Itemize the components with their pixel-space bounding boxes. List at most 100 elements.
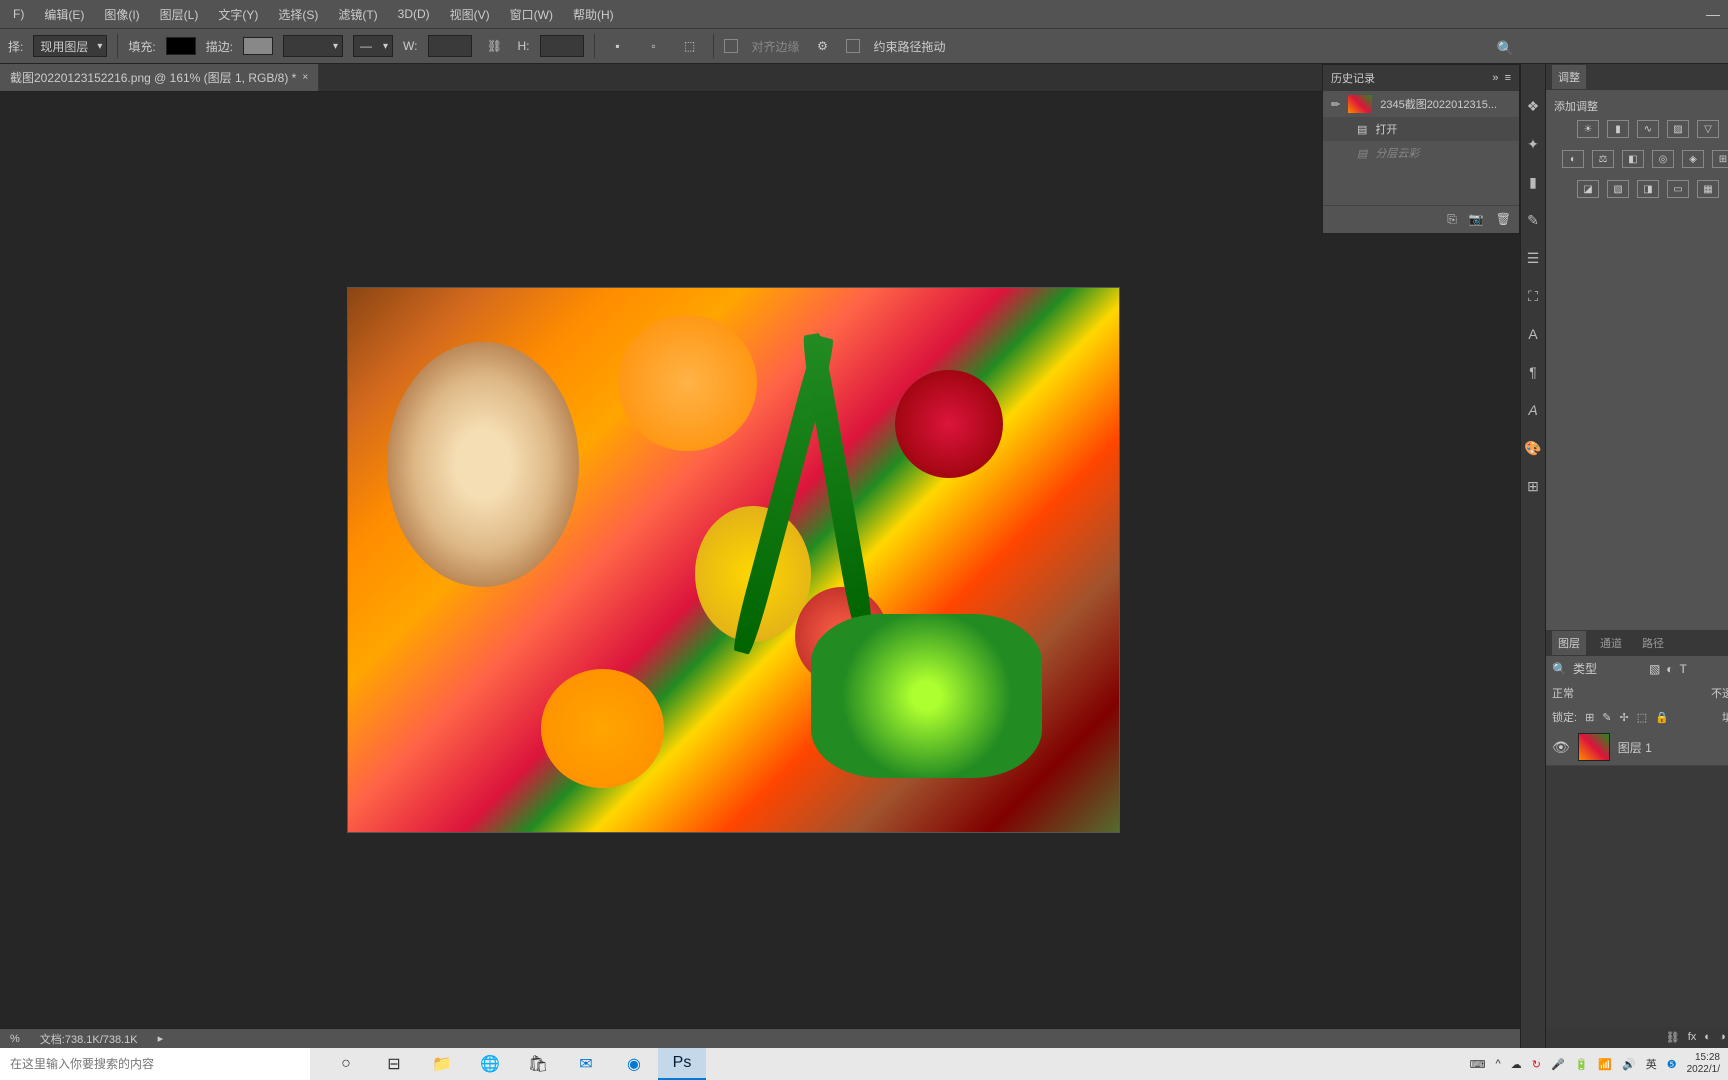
search-icon[interactable]: 🔍 [1497,40,1514,57]
cortana-icon[interactable]: ⊟ [370,1048,418,1080]
width-input[interactable] [428,35,472,57]
mask-icon[interactable]: ◐ [1704,1031,1711,1044]
fx-icon[interactable]: fx [1688,1031,1697,1044]
select-layer-dropdown[interactable]: 现用图层 [33,35,107,57]
canvas[interactable] [347,287,1120,833]
panel-icon-paragraph[interactable]: ¶ [1521,360,1545,384]
menu-type[interactable]: 文字(Y) [210,2,266,27]
adjustment-layer-icon[interactable]: ◑ [1719,1031,1726,1044]
panel-icon-styles[interactable]: A [1521,398,1545,422]
adj-brightness-icon[interactable]: ☀ [1577,120,1599,138]
adj-vibrance-icon[interactable]: ▽ [1697,120,1719,138]
adj-color-lookup-icon[interactable]: ⊞ [1712,150,1728,168]
tray-lang-icon[interactable]: 英 [1646,1056,1657,1072]
paths-tab[interactable]: 路径 [1636,631,1670,655]
panel-icon-settings[interactable]: ☰ [1521,246,1545,270]
stroke-width-dropdown[interactable] [283,35,343,57]
panel-icon-swatches[interactable]: 🎨 [1521,436,1545,460]
layer-row[interactable]: 👁 图层 1 [1546,729,1728,766]
filter-pixel-icon[interactable]: ▧ [1649,662,1660,676]
path-arrange-icon[interactable]: ▫ [641,33,667,59]
visibility-icon[interactable]: 👁 [1552,739,1570,756]
tray-sync-icon[interactable]: ↻ [1532,1058,1541,1071]
filter-search-icon[interactable]: 🔍 [1552,662,1567,676]
link-wh-icon[interactable]: ⛓ [482,33,508,59]
menu-image[interactable]: 图像(I) [96,2,147,27]
tray-security-icon[interactable]: 🎤 [1551,1058,1565,1071]
zoom-value[interactable]: % [10,1033,20,1045]
path-options-icon[interactable]: ⬚ [677,33,703,59]
doc-size[interactable]: 文档:738.1K/738.1K [40,1031,138,1047]
menu-view[interactable]: 视图(V) [442,2,498,27]
new-doc-from-state-icon[interactable]: ⎘ [1447,212,1457,227]
fill-swatch[interactable] [166,37,196,55]
adj-invert-icon[interactable]: ◪ [1577,180,1599,198]
link-layers-icon[interactable]: ⛓ [1666,1031,1680,1044]
panel-icon-character[interactable]: ⛶ [1521,284,1545,308]
menu-window[interactable]: 窗口(W) [502,2,561,27]
panel-icon-85[interactable]: ❖ [1521,94,1545,118]
history-step-clouds[interactable]: ▤ 分层云彩 [1323,141,1519,165]
panel-menu-icon[interactable]: ≡ [1505,72,1511,84]
tray-ime-icon[interactable]: ⌨ [1470,1058,1486,1071]
panel-icon-grid[interactable]: ⊞ [1521,474,1545,498]
history-step-open[interactable]: ▤ 打开 [1323,117,1519,141]
panel-icon-histogram[interactable]: ▮ [1521,170,1545,194]
lock-paint-icon[interactable]: ✎ [1602,711,1611,724]
edge-icon[interactable]: 🌐 [466,1048,514,1080]
adj-levels-icon[interactable]: ▮ [1607,120,1629,138]
tray-onedrive-icon[interactable]: ☁ [1511,1058,1522,1071]
lock-artboard-icon[interactable]: ⬚ [1637,711,1647,724]
close-tab-icon[interactable]: × [302,72,308,83]
lock-transparent-icon[interactable]: ⊞ [1585,711,1594,724]
store-icon[interactable]: 🛍 [514,1048,562,1080]
panel-icon-a[interactable]: A [1521,322,1545,346]
lock-position-icon[interactable]: ✢ [1620,711,1629,724]
menu-3d[interactable]: 3D(D) [390,3,438,25]
panel-icon-compass[interactable]: ✦ [1521,132,1545,156]
lock-all-icon[interactable]: 🔒 [1655,711,1669,724]
history-snapshot[interactable]: ✏ 2345截图2022012315... [1323,91,1519,117]
adj-posterize-icon[interactable]: ▧ [1607,180,1629,198]
delete-state-icon[interactable]: 🗑 [1496,212,1511,227]
filter-adjust-icon[interactable]: ◐ [1666,662,1673,676]
menu-select[interactable]: 选择(S) [270,2,326,27]
adj-exposure-icon[interactable]: ▨ [1667,120,1689,138]
tray-battery-icon[interactable]: 🔋 [1575,1058,1589,1071]
adj-hue-icon[interactable]: ◐ [1562,150,1584,168]
adjustments-tab[interactable]: 调整 [1552,65,1586,89]
adj-threshold-icon[interactable]: ◨ [1637,180,1659,198]
tray-ime2-icon[interactable]: ❺ [1667,1058,1677,1071]
tray-volume-icon[interactable]: 🔊 [1622,1058,1636,1071]
channels-tab[interactable]: 通道 [1594,631,1628,655]
stroke-swatch[interactable] [243,37,273,55]
collapse-icon[interactable]: » [1492,72,1498,84]
windows-search-input[interactable] [0,1048,310,1080]
status-chevron-icon[interactable]: ▸ [158,1032,164,1045]
adj-curves-icon[interactable]: ∿ [1637,120,1659,138]
filter-kind-dropdown[interactable]: 类型 [1573,660,1643,677]
mail-icon[interactable]: ✉ [562,1048,610,1080]
adj-channel-mixer-icon[interactable]: ◈ [1682,150,1704,168]
gear-icon[interactable]: ⚙ [810,33,836,59]
tray-chevron-icon[interactable]: ^ [1496,1058,1501,1070]
adj-photo-filter-icon[interactable]: ◎ [1652,150,1674,168]
path-align-icon[interactable]: ▪ [605,33,631,59]
adj-balance-icon[interactable]: ⚖ [1592,150,1614,168]
adj-gradient-map-icon[interactable]: ▭ [1667,180,1689,198]
photoshop-taskbar-icon[interactable]: Ps [658,1048,706,1080]
tray-wifi-icon[interactable]: 📶 [1598,1058,1612,1071]
blend-mode-dropdown[interactable]: 正常 [1552,685,1705,701]
file-explorer-icon[interactable]: 📁 [418,1048,466,1080]
stroke-type-dropdown[interactable]: — [353,35,393,57]
align-edges-checkbox[interactable] [724,39,738,53]
app-icon[interactable]: ◉ [610,1048,658,1080]
layers-tab[interactable]: 图层 [1552,631,1586,655]
adj-selective-color-icon[interactable]: ▦ [1697,180,1719,198]
new-snapshot-icon[interactable]: 📷 [1469,212,1484,227]
menu-help[interactable]: 帮助(H) [565,2,622,27]
menu-filter[interactable]: 滤镜(T) [330,2,385,27]
menu-edit[interactable]: 编辑(E) [36,2,92,27]
minimize-icon[interactable]: — [1706,6,1720,22]
adj-bw-icon[interactable]: ◧ [1622,150,1644,168]
